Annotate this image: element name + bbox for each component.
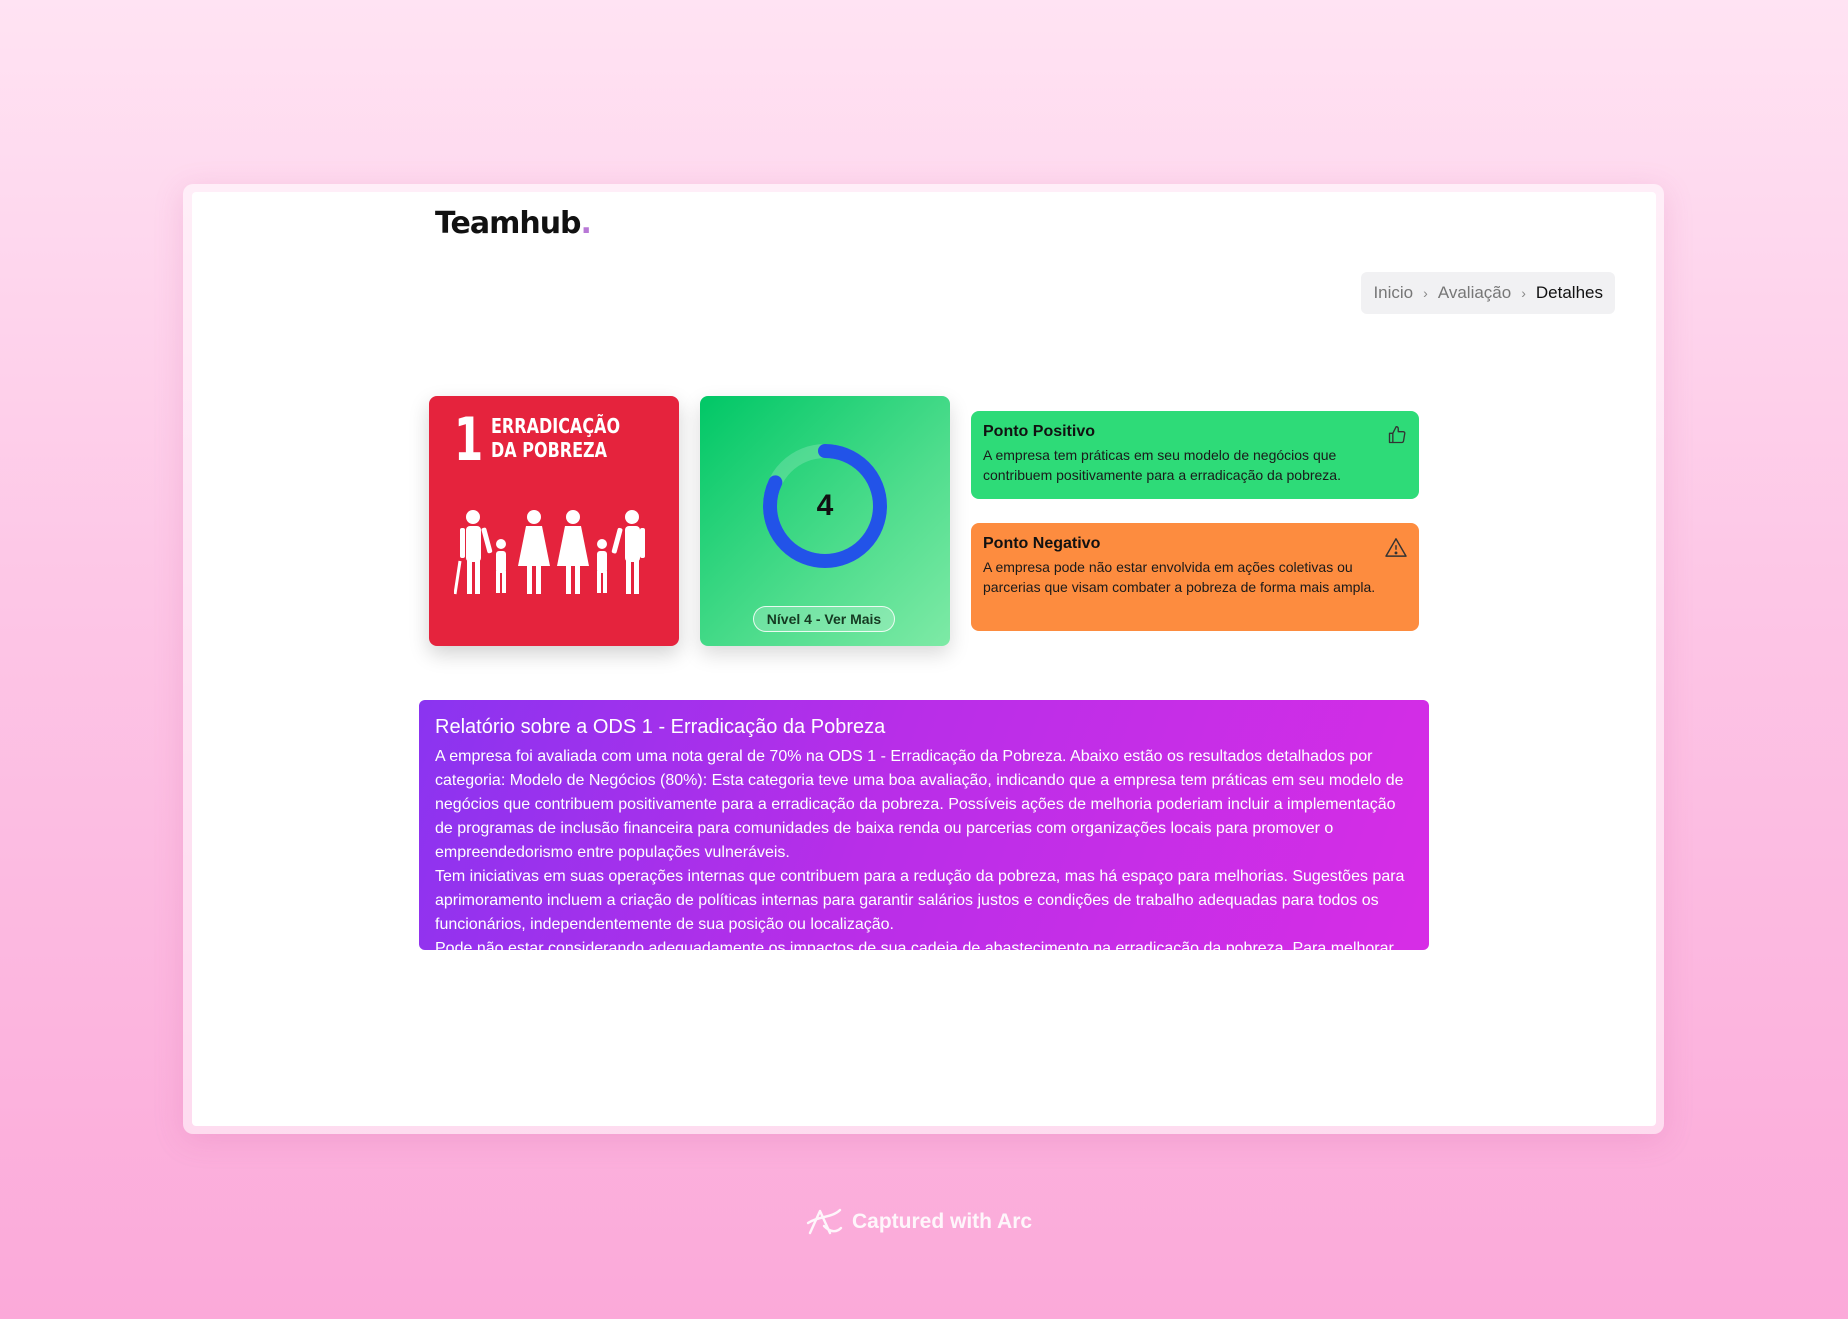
- chevron-right-icon: ›: [1521, 285, 1526, 301]
- captured-with-arc-badge: Captured with Arc: [806, 1206, 1032, 1238]
- sdg-title: ERRADICAÇÃO DA POBREZA: [491, 414, 627, 462]
- positive-point-title: Ponto Positivo: [983, 423, 1095, 440]
- app-window: Teamhub. Inicio › Avaliação › Detalhes 1…: [192, 192, 1656, 1126]
- report-panel: Relatório sobre a ODS 1 - Erradicação da…: [419, 700, 1429, 950]
- negative-point-card: Ponto Negativo A empresa pode não estar …: [971, 523, 1419, 631]
- positive-point-card: Ponto Positivo A empresa tem práticas em…: [971, 411, 1419, 499]
- sdg-title-line2: DA POBREZA: [491, 438, 607, 462]
- arc-badge-text: Captured with Arc: [852, 1210, 1033, 1233]
- warning-icon: [1385, 538, 1407, 557]
- score-card: 4 Nível 4 - Ver Mais: [700, 396, 950, 646]
- report-paragraph: Tem iniciativas em suas operações intern…: [435, 868, 1405, 933]
- chevron-right-icon: ›: [1423, 285, 1428, 301]
- thumbs-up-icon: [1388, 426, 1406, 444]
- sdg-number: 1: [454, 405, 484, 475]
- breadcrumb-item-inicio[interactable]: Inicio: [1373, 283, 1413, 303]
- breadcrumb: Inicio › Avaliação › Detalhes: [1361, 272, 1615, 314]
- teamhub-logo[interactable]: Teamhub.: [435, 206, 592, 241]
- level-details-button[interactable]: Nível 4 - Ver Mais: [753, 606, 895, 632]
- logo-text: Teamhub: [435, 206, 582, 241]
- report-paragraph: Pode não estar considerando adequadament…: [435, 940, 1394, 950]
- sdg-card: 1 ERRADICAÇÃO DA POBREZA: [429, 396, 679, 646]
- logo-dot: .: [580, 206, 592, 241]
- arc-logo-icon: [806, 1208, 843, 1235]
- family-icon: [454, 510, 645, 595]
- report-paragraph: A empresa foi avaliada com uma nota gera…: [435, 748, 1404, 861]
- breadcrumb-item-detalhes: Detalhes: [1535, 283, 1603, 302]
- report-title: Relatório sobre a ODS 1 - Erradicação da…: [435, 716, 886, 738]
- sdg-title-line1: ERRADICAÇÃO: [491, 414, 621, 438]
- positive-point-text: A empresa tem práticas em seu modelo de …: [983, 447, 1341, 483]
- breadcrumb-item-avaliacao[interactable]: Avaliação: [1438, 283, 1511, 303]
- score-value: 4: [816, 489, 834, 522]
- negative-point-text: A empresa pode não estar envolvida em aç…: [983, 559, 1376, 595]
- negative-point-title: Ponto Negativo: [983, 535, 1101, 552]
